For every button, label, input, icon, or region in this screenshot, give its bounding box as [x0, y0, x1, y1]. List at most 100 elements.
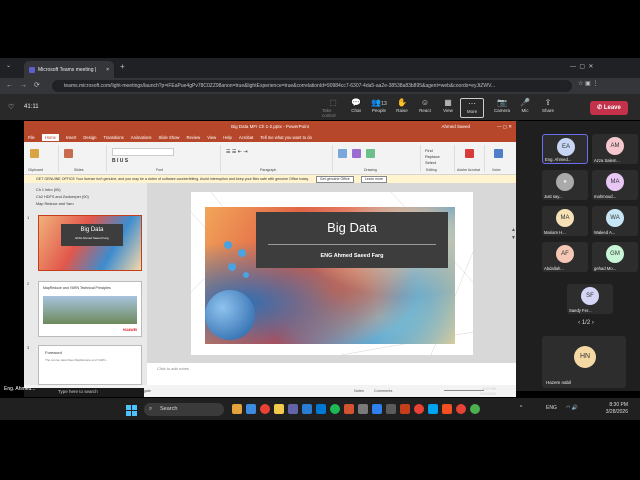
tell-me-search[interactable]: Tell me what you want to do: [260, 135, 312, 140]
office-icon[interactable]: [400, 404, 410, 414]
tab-design[interactable]: Design: [83, 135, 96, 140]
slide-subtitle[interactable]: ENG Ahmed Saeed Farg: [256, 244, 448, 268]
ppt-window-controls[interactable]: — ▢ ✕: [497, 121, 512, 132]
tab-slide-show[interactable]: Slide Show: [159, 135, 180, 140]
slide-thumb-1[interactable]: Big Data ENG Ahmed Saeed Farg: [38, 215, 142, 271]
react-button[interactable]: ☺ React: [414, 98, 436, 118]
powerpoint-icon[interactable]: [344, 404, 354, 414]
font-name-select[interactable]: [112, 148, 174, 156]
slide-thumb-2[interactable]: MapReduce and YARN Technical Principles …: [38, 281, 142, 337]
chrome-icon[interactable]: [260, 404, 270, 414]
system-clock[interactable]: 8:30 PM 3/28/2026: [592, 402, 628, 416]
take-control-button[interactable]: ⬚ Take control: [322, 98, 344, 118]
close-tab-icon[interactable]: ×: [106, 67, 109, 73]
terminal-icon[interactable]: [386, 404, 396, 414]
chrome-window-icon[interactable]: [456, 404, 466, 414]
mic-button[interactable]: 🎤 Mic: [514, 98, 536, 118]
outlook-icon[interactable]: [302, 404, 312, 414]
tab-transitions[interactable]: Transitions: [103, 135, 123, 140]
view-button[interactable]: ▦ View: [437, 98, 459, 118]
editing-buttons[interactable]: Find Replace Select: [425, 148, 440, 166]
tab-list-icon[interactable]: ⌄: [6, 62, 11, 69]
slide-thumb-3[interactable]: Foreword The course describes MapReduce …: [38, 345, 142, 385]
new-tab-button[interactable]: +: [120, 62, 125, 71]
section-ch2[interactable]: Ch2 HDFS and Zookeeper (00): [24, 194, 147, 201]
spotify-icon[interactable]: [330, 404, 340, 414]
url-text: teams.microsoft.com/light-meetings/launc…: [64, 83, 496, 89]
participant-tile[interactable]: MA Mariam H...: [542, 206, 588, 236]
camera-button[interactable]: 📷 Camera: [491, 98, 513, 118]
section-ch1[interactable]: Ch 1 Intro (00): [24, 187, 147, 194]
file-explorer-icon[interactable]: [232, 404, 242, 414]
network-volume-icons[interactable]: ◠ 🔊: [566, 405, 578, 411]
participant-avatar: WA: [606, 209, 624, 227]
vscode-icon[interactable]: [372, 404, 382, 414]
app-icon[interactable]: [428, 404, 438, 414]
more-button[interactable]: ⋯ More: [460, 98, 484, 118]
store-icon[interactable]: [316, 404, 326, 414]
app-icon-2[interactable]: [442, 404, 452, 414]
chrome-profile-icon[interactable]: [414, 404, 424, 414]
zoom-slider[interactable]: [444, 390, 484, 391]
chevron-right-icon[interactable]: ›: [590, 320, 594, 326]
font-format-buttons[interactable]: B I U S: [112, 158, 128, 164]
participant-tile-large[interactable]: HN Hazem nabil: [542, 336, 626, 388]
comments-toggle[interactable]: Comments: [374, 385, 392, 397]
shapes-icon[interactable]: [338, 149, 347, 158]
create-pdf-icon[interactable]: [465, 149, 474, 158]
reload-button[interactable]: ⟳: [34, 78, 40, 94]
tab-insert[interactable]: Insert: [66, 135, 76, 140]
new-slide-icon[interactable]: [64, 149, 73, 158]
taskbar-search[interactable]: ⌕ Search: [144, 403, 224, 416]
address-bar[interactable]: teams.microsoft.com/light-meetings/launc…: [52, 80, 572, 92]
group-label-acrobat: Adobe Acrobat: [457, 168, 480, 172]
teams-icon[interactable]: [288, 404, 298, 414]
notes-pane[interactable]: Click to add notes: [147, 363, 516, 374]
windows-start-icon[interactable]: [126, 403, 137, 416]
participant-tile[interactable]: AF Abdallah...: [542, 242, 588, 272]
settings-icon[interactable]: [358, 404, 368, 414]
raise-hand-button[interactable]: ✋ Raise: [391, 98, 413, 118]
forward-button[interactable]: →: [20, 78, 27, 94]
get-genuine-office-button[interactable]: Get genuine Office: [315, 176, 354, 183]
browser-extension-icons[interactable]: ☆ ▣ ⋮: [578, 80, 598, 87]
tab-review[interactable]: Review: [186, 135, 200, 140]
tab-home[interactable]: Home: [41, 133, 59, 141]
arrange-icon[interactable]: [352, 149, 361, 158]
window-controls[interactable]: — ▢ ✕: [570, 63, 593, 70]
tab-help[interactable]: Help: [223, 135, 232, 140]
back-button[interactable]: ←: [6, 78, 13, 94]
tab-view[interactable]: View: [207, 135, 216, 140]
chat-button[interactable]: 💬 Chat: [345, 98, 367, 118]
tray-chevron-icon[interactable]: ^: [520, 405, 522, 411]
share-button[interactable]: ⇪ Share: [537, 98, 559, 118]
learn-more-button[interactable]: Learn more: [360, 176, 388, 183]
browser-tab-teams[interactable]: Microsoft Teams meeting | ×: [24, 61, 114, 78]
participant-tile[interactable]: GM gehad Mo...: [592, 242, 638, 272]
participant-tile[interactable]: SF Saedy Fer...: [567, 284, 613, 314]
people-button[interactable]: 👥13 People: [368, 98, 390, 118]
participants-pager[interactable]: ‹ 1/2 ›: [566, 320, 606, 330]
slide-title[interactable]: Big Data: [256, 212, 448, 244]
tab-acrobat[interactable]: Acrobat: [239, 135, 253, 140]
participant-tile[interactable]: MA mahmoud...: [592, 170, 638, 200]
notes-toggle[interactable]: Notes: [354, 385, 364, 397]
paragraph-buttons[interactable]: ☰ ☰ ⇤ ⇥: [226, 149, 248, 155]
quick-styles-icon[interactable]: [366, 149, 375, 158]
language-indicator[interactable]: ENG: [546, 405, 557, 411]
participant-tile[interactable]: WA Waleed A...: [592, 206, 638, 236]
people-count: 13: [381, 101, 387, 107]
shared-clock: 8:33 PM 3/28/2026: [480, 387, 496, 397]
edge-icon[interactable]: [246, 404, 256, 414]
participant-tile[interactable]: EA Eng. Ahmed...: [542, 134, 588, 164]
app-icon-3[interactable]: [470, 404, 480, 414]
section-mapreduce[interactable]: Map Reduce and Yarn: [24, 201, 147, 208]
tab-animations[interactable]: Animations: [131, 135, 152, 140]
dictate-icon[interactable]: [494, 149, 503, 158]
paste-icon[interactable]: [30, 149, 39, 158]
participant-tile[interactable]: AM Azza Salem...: [592, 134, 638, 164]
tab-file[interactable]: File: [28, 135, 35, 140]
leave-button[interactable]: ✆ Leave: [590, 101, 628, 115]
participant-tile[interactable]: ● Just say...: [542, 170, 588, 200]
folder-icon[interactable]: [274, 404, 284, 414]
